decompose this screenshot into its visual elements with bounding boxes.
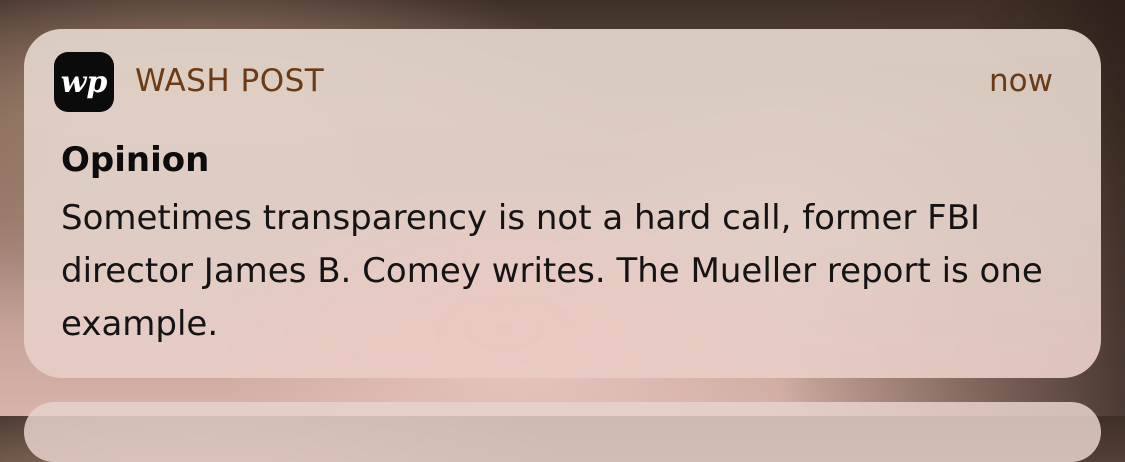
notification-title: Opinion	[61, 140, 210, 180]
notification-card[interactable]: wp WASH POST now Opinion Sometimes trans…	[24, 29, 1101, 378]
wp-logo-glyph: wp	[61, 65, 108, 100]
svg-text:wp: wp	[61, 65, 108, 100]
notification-body: Sometimes transparency is not a hard cal…	[61, 198, 1043, 344]
washington-post-logo-icon: wp	[54, 52, 114, 112]
timestamp: now	[989, 63, 1053, 99]
next-notification-card[interactable]	[24, 402, 1101, 462]
app-name: WASH POST	[135, 63, 325, 99]
